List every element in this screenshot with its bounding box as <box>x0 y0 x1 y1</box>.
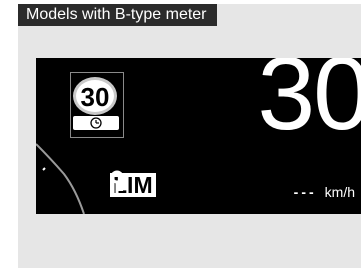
set-speed-row: --- km/h <box>294 184 355 200</box>
model-label: Models with B-type meter <box>18 4 217 26</box>
speed-unit: km/h <box>324 184 355 200</box>
set-speed-placeholder: --- <box>293 184 317 200</box>
speed-limit-sign: 30 <box>70 72 124 138</box>
time-plate <box>73 116 119 130</box>
meter-display: 30 30 LIM --- km/h <box>36 58 361 214</box>
speed-limiter-indicator: LIM <box>108 170 156 200</box>
limiter-icon <box>110 170 124 196</box>
speed-limit-value: 30 <box>73 77 117 115</box>
current-speed: 30 <box>257 58 361 152</box>
clock-icon <box>90 117 102 129</box>
